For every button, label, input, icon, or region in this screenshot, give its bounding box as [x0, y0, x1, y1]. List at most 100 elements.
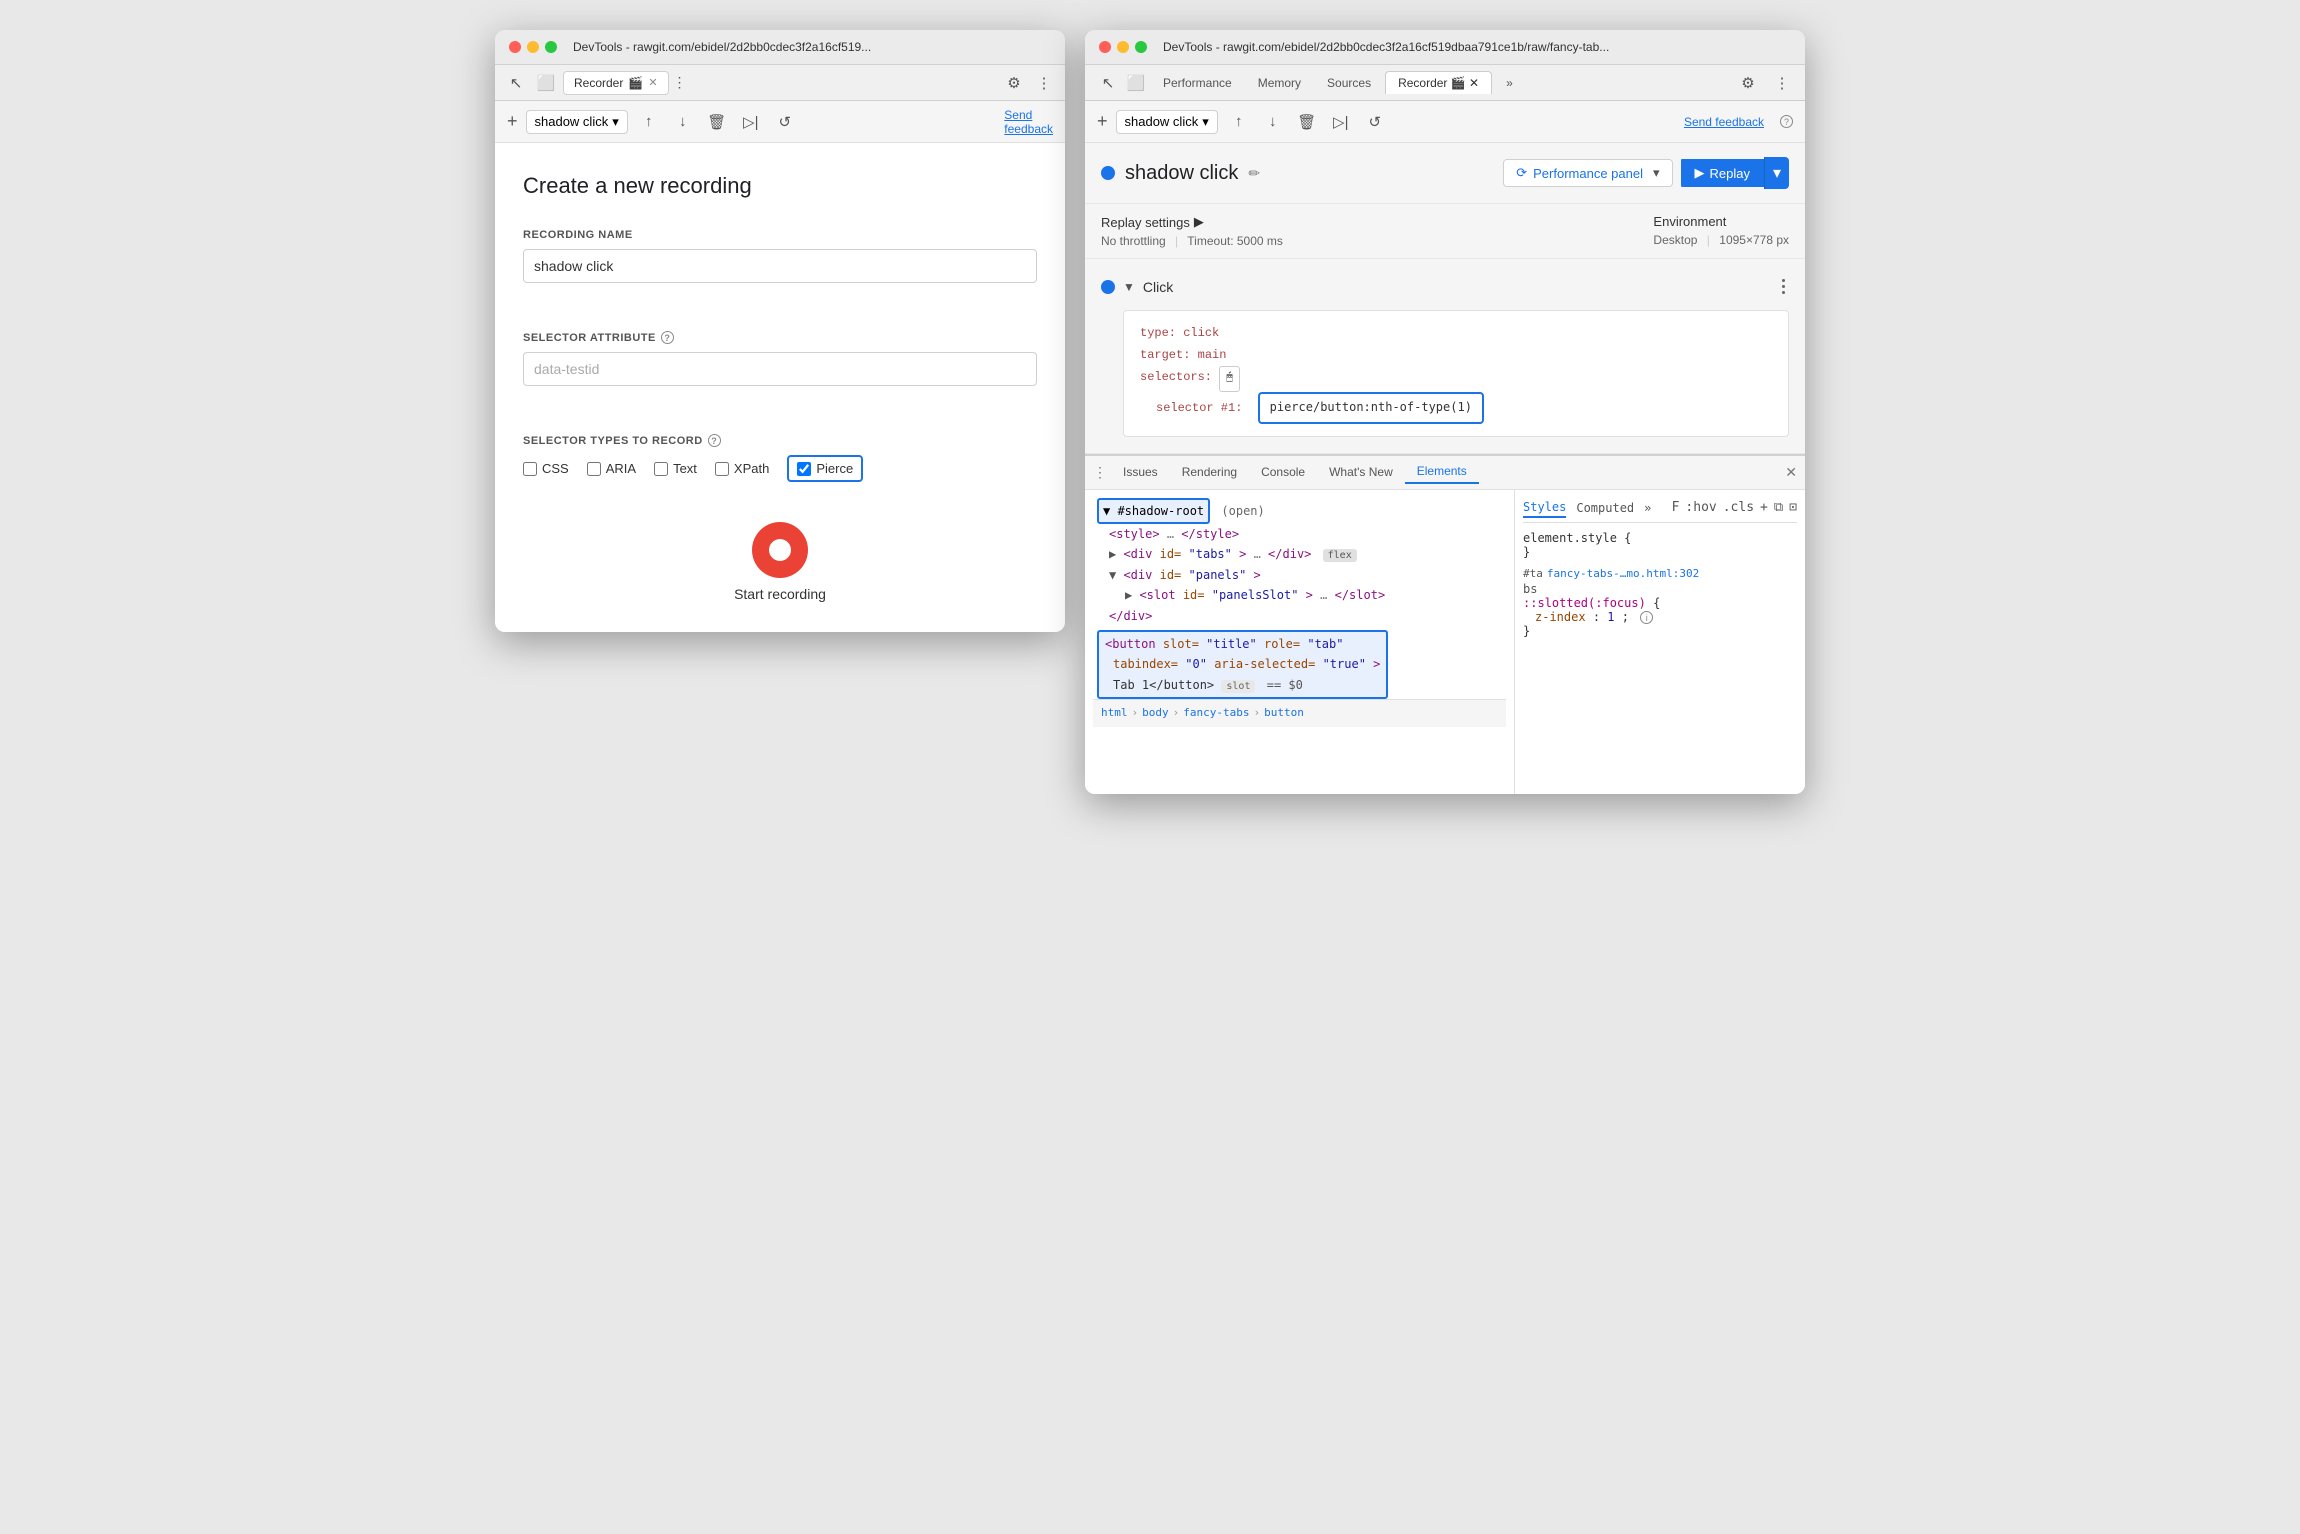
maximize-button-right[interactable]: [1135, 41, 1147, 53]
selector-types-section: SELECTOR TYPES TO RECORD ? CSS ARIA Text…: [523, 434, 1037, 482]
right-delete-btn[interactable]: 🗑: [1294, 109, 1320, 135]
left-settings-icon[interactable]: ⚙: [1001, 70, 1027, 96]
breadcrumb-html[interactable]: html: [1101, 704, 1128, 723]
left-cursor-icon[interactable]: ↖: [503, 70, 529, 96]
right-step-play-btn[interactable]: ▷|: [1328, 109, 1354, 135]
slot-line: ▶ <slot id= "panelsSlot" > … </slot>: [1093, 585, 1506, 605]
shadow-root-node[interactable]: ▼ #shadow-root: [1097, 498, 1210, 524]
perf-panel-label: Performance panel: [1533, 166, 1643, 181]
left-more-tabs-icon[interactable]: ⋮: [673, 74, 687, 91]
tab-recorder[interactable]: Recorder 🎬 ✕: [1385, 71, 1492, 94]
left-recorder-tab-label: Recorder: [574, 76, 623, 90]
left-recording-name-select[interactable]: shadow click ▾: [526, 110, 628, 134]
styles-add-rule-icon[interactable]: +: [1760, 500, 1768, 515]
styles-tab-styles[interactable]: Styles: [1523, 498, 1566, 518]
left-send-feedback-link[interactable]: Sendfeedback: [1004, 108, 1053, 136]
left-add-recording-icon[interactable]: +: [507, 111, 518, 132]
recording-edit-icon[interactable]: ✏: [1248, 165, 1260, 182]
styles-tab-computed[interactable]: Computed: [1576, 499, 1634, 517]
left-devtools-tabbar: ↖ ⬜ Recorder 🎬 ✕ ⋮ ⚙ ⋮: [495, 65, 1065, 101]
tab-more[interactable]: »: [1494, 72, 1525, 94]
selector-attribute-help-icon[interactable]: ?: [661, 331, 674, 344]
left-replay-btn[interactable]: ↺: [772, 109, 798, 135]
style-rule-block: #ta fancy-tabs-…mo.html:302 bs ::slotted…: [1523, 567, 1797, 639]
styles-filter-icon[interactable]: F: [1672, 500, 1680, 515]
tab-console[interactable]: Console: [1249, 461, 1317, 483]
breadcrumb-fancy-tabs[interactable]: fancy-tabs: [1183, 704, 1249, 723]
z-index-info-icon[interactable]: i: [1640, 611, 1653, 624]
right-send-feedback-link[interactable]: Send feedback: [1684, 115, 1764, 129]
selector-attribute-input[interactable]: [523, 352, 1037, 386]
step-more-icon[interactable]: [1778, 275, 1789, 298]
xpath-checkbox-item[interactable]: XPath: [715, 461, 769, 476]
button-selected-node[interactable]: <button slot= "title" role= "tab" tabind…: [1097, 630, 1388, 699]
left-inspector-icon[interactable]: ⬜: [533, 70, 559, 96]
performance-panel-button[interactable]: ⟳ Performance panel ▾: [1503, 159, 1672, 187]
aria-checkbox[interactable]: [587, 462, 601, 476]
right-help-icon[interactable]: ?: [1780, 115, 1793, 128]
css-checkbox-item[interactable]: CSS: [523, 461, 569, 476]
left-delete-btn[interactable]: 🗑: [704, 109, 730, 135]
close-button-right[interactable]: [1099, 41, 1111, 53]
css-checkbox[interactable]: [523, 462, 537, 476]
tab-performance[interactable]: Performance: [1151, 72, 1244, 94]
style-source-link[interactable]: fancy-tabs-…mo.html:302: [1547, 567, 1699, 580]
right-replay-icon-btn[interactable]: ↺: [1362, 109, 1388, 135]
bottom-panel-more-icon[interactable]: ⋮: [1093, 464, 1107, 481]
left-step-play-btn[interactable]: ▷|: [738, 109, 764, 135]
tab-issues[interactable]: Issues: [1111, 461, 1170, 483]
close-button-left[interactable]: [509, 41, 521, 53]
text-checkbox-item[interactable]: Text: [654, 461, 697, 476]
left-kebab-icon[interactable]: ⋮: [1031, 70, 1057, 96]
left-recorder-tab-close[interactable]: ✕: [648, 76, 657, 89]
maximize-button-left[interactable]: [545, 41, 557, 53]
replay-main-button[interactable]: ▶ Replay: [1681, 159, 1764, 187]
styles-tab-more[interactable]: »: [1644, 499, 1651, 517]
aria-checkbox-item[interactable]: ARIA: [587, 461, 636, 476]
replay-settings-title[interactable]: Replay settings ▶: [1101, 214, 1613, 230]
right-settings-icon[interactable]: ⚙: [1735, 70, 1761, 96]
right-inspector-icon[interactable]: ⬜: [1123, 70, 1149, 96]
pierce-checkbox[interactable]: [797, 462, 811, 476]
right-more-icon[interactable]: ⋮: [1769, 70, 1795, 96]
bottom-panel-close-icon[interactable]: ✕: [1785, 464, 1797, 481]
left-import-btn[interactable]: ↓: [670, 109, 696, 135]
selector-types-help-icon[interactable]: ?: [708, 434, 721, 447]
xpath-checkbox[interactable]: [715, 462, 729, 476]
breadcrumb-button[interactable]: button: [1264, 704, 1304, 723]
styles-layout-icon[interactable]: ⊡: [1789, 500, 1797, 515]
right-add-recording-icon[interactable]: +: [1097, 111, 1108, 132]
recording-title-text: shadow click: [1125, 162, 1238, 185]
tab-elements[interactable]: Elements: [1405, 460, 1479, 484]
replay-settings-expand-icon: ▶: [1194, 214, 1204, 230]
right-export-btn[interactable]: ↑: [1226, 109, 1252, 135]
replay-settings-left: Replay settings ▶ No throttling | Timeou…: [1101, 214, 1613, 248]
pierce-checkbox-item[interactable]: Pierce: [787, 455, 863, 482]
styles-copy-icon[interactable]: ⧉: [1774, 500, 1783, 515]
perf-panel-dropdown-icon[interactable]: ▾: [1653, 165, 1660, 181]
step-expand-icon[interactable]: ▼: [1123, 280, 1135, 294]
recording-name-input[interactable]: [523, 249, 1037, 283]
style-rule-bs: bs: [1523, 582, 1797, 596]
right-recording-name-select[interactable]: shadow click ▾: [1116, 110, 1218, 134]
right-cursor-icon[interactable]: ↖: [1095, 70, 1121, 96]
styles-hov-btn[interactable]: :hov: [1685, 500, 1716, 515]
selector-types-label: SELECTOR TYPES TO RECORD ?: [523, 434, 1037, 447]
step-status-dot: [1101, 280, 1115, 294]
tab-whats-new[interactable]: What's New: [1317, 461, 1405, 483]
minimize-button-left[interactable]: [527, 41, 539, 53]
left-export-btn[interactable]: ↑: [636, 109, 662, 135]
breadcrumb-body[interactable]: body: [1142, 704, 1169, 723]
text-checkbox[interactable]: [654, 462, 668, 476]
right-import-btn[interactable]: ↓: [1260, 109, 1286, 135]
minimize-button-right[interactable]: [1117, 41, 1129, 53]
left-recorder-tab[interactable]: Recorder 🎬 ✕: [563, 71, 669, 95]
step-code-box: type: click target: main selectors: 🖱 se…: [1123, 310, 1789, 437]
tab-sources[interactable]: Sources: [1315, 72, 1383, 94]
styles-cls-btn[interactable]: .cls: [1723, 500, 1754, 515]
replay-dropdown-button[interactable]: ▾: [1764, 157, 1789, 189]
tab-memory[interactable]: Memory: [1246, 72, 1313, 94]
code-selectors-line: selectors: 🖱: [1140, 366, 1772, 392]
start-recording-button[interactable]: Start recording: [523, 522, 1037, 602]
tab-rendering[interactable]: Rendering: [1170, 461, 1249, 483]
